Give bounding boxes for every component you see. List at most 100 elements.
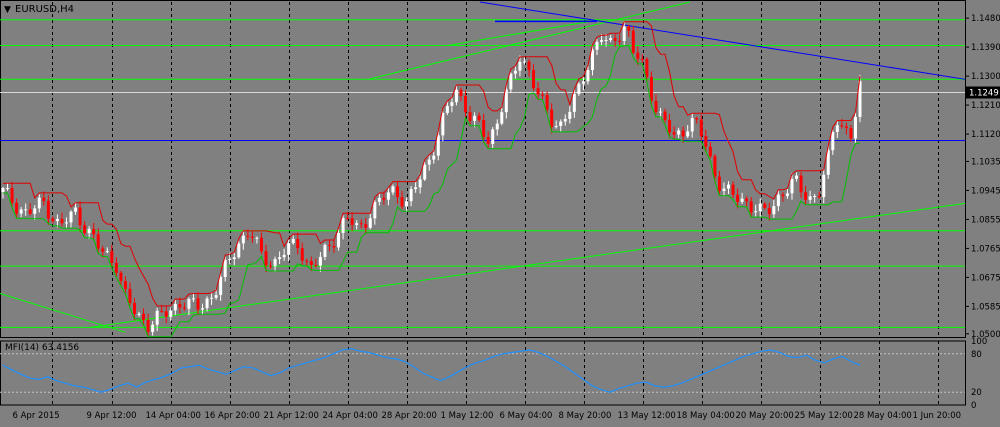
candle-body — [119, 273, 122, 281]
candle-body — [401, 197, 404, 206]
candle-body — [115, 263, 118, 273]
axis-layer: 6 Apr 20159 Apr 12:0014 Apr 04:0016 Apr … — [13, 14, 1000, 421]
candle-body — [736, 195, 739, 202]
candle-body — [405, 201, 408, 206]
candle-body — [6, 188, 9, 189]
candle-body — [414, 187, 417, 189]
candle-body — [305, 261, 308, 262]
candle-body — [777, 195, 780, 207]
x-tick-label: 20 May 20:00 — [736, 411, 794, 421]
candles-layer — [2, 21, 862, 337]
candle-body — [65, 222, 68, 223]
candle-body — [246, 236, 249, 237]
candle-body — [128, 289, 131, 303]
candle-body — [600, 40, 603, 42]
candle-body — [437, 135, 440, 155]
candle-body — [51, 219, 54, 221]
candle-body — [373, 202, 376, 218]
candle-body — [224, 260, 227, 277]
candle-body — [97, 234, 100, 248]
candle-body — [11, 188, 14, 203]
candle-body — [514, 71, 517, 74]
candle-body — [623, 27, 626, 41]
candle-body — [264, 251, 267, 265]
candle-body — [813, 196, 816, 197]
candle-body — [818, 196, 821, 197]
candle-body — [364, 224, 367, 228]
candle-body — [732, 185, 735, 195]
y-tick-label: 1.1120 — [971, 130, 1000, 140]
candle-body — [695, 118, 698, 119]
candle-body — [274, 259, 277, 266]
candle-body — [215, 295, 218, 298]
candle-body — [287, 243, 290, 255]
candle-body — [333, 246, 336, 248]
candle-body — [763, 204, 766, 208]
x-tick-label: 13 May 12:00 — [618, 411, 676, 421]
candle-body — [378, 198, 381, 202]
y-tick-label: 1.0765 — [971, 244, 1000, 254]
mfi-label: MFI(14) 63.4156 — [5, 343, 79, 353]
x-tick-label: 16 Apr 20:00 — [205, 411, 260, 421]
candle-body — [659, 112, 662, 113]
candle-body — [781, 195, 784, 197]
candle-body — [532, 70, 535, 88]
candle-body — [178, 304, 181, 308]
candle-body — [174, 304, 177, 310]
y-tick-label: 1.0855 — [971, 215, 1000, 225]
candle-body — [759, 204, 762, 211]
candle-body — [70, 212, 73, 223]
y-tick-label: 1.0945 — [971, 186, 1000, 196]
x-tick-label: 24 Apr 04:00 — [323, 411, 378, 421]
x-tick-label: 8 May 20:00 — [559, 411, 612, 421]
mfi-tick-label: 20 — [971, 388, 982, 398]
y-tick-label: 1.1300 — [971, 72, 1000, 82]
candle-body — [187, 299, 190, 309]
candle-body — [741, 199, 744, 202]
candle-body — [627, 27, 630, 31]
candle-body — [550, 110, 553, 128]
candle-body — [29, 209, 32, 214]
candle-body — [314, 265, 317, 266]
candle-body — [301, 248, 304, 260]
candle-body — [169, 310, 172, 316]
candle-body — [709, 147, 712, 157]
candle-body — [342, 218, 345, 233]
candle-body — [15, 203, 18, 214]
candle-body — [192, 298, 195, 299]
candle-body — [573, 94, 576, 112]
candle-body — [559, 121, 562, 126]
candle-body — [228, 259, 231, 260]
current-price-label: 1.1249 — [969, 89, 999, 99]
candle-body — [206, 299, 209, 309]
candle-body — [319, 257, 322, 266]
candle-body — [419, 179, 422, 187]
candle-body — [337, 233, 340, 247]
y-tick-label: 1.1390 — [971, 43, 1000, 53]
candle-body — [260, 238, 263, 251]
candle-body — [469, 112, 472, 121]
candle-body — [609, 38, 612, 40]
candle-body — [20, 210, 23, 214]
candle-body — [523, 62, 526, 63]
candle-body — [355, 223, 358, 225]
candle-body — [242, 236, 245, 244]
trend-line — [90, 203, 965, 327]
candle-body — [677, 130, 680, 134]
candle-body — [500, 112, 503, 123]
candle-body — [165, 311, 168, 317]
candle-body — [577, 84, 580, 94]
x-tick-label: 9 Apr 12:00 — [87, 411, 137, 421]
candle-body — [251, 237, 254, 238]
candle-body — [432, 156, 435, 160]
candle-body — [509, 74, 512, 90]
candle-body — [56, 219, 59, 221]
candle-body — [605, 40, 608, 41]
candle-body — [156, 311, 159, 325]
candle-body — [201, 308, 204, 309]
candle-body — [745, 199, 748, 202]
candle-body — [546, 95, 549, 110]
candle-body — [441, 113, 444, 135]
grid-layer — [1, 1, 966, 406]
x-tick-label: 18 May 04:00 — [677, 411, 735, 421]
